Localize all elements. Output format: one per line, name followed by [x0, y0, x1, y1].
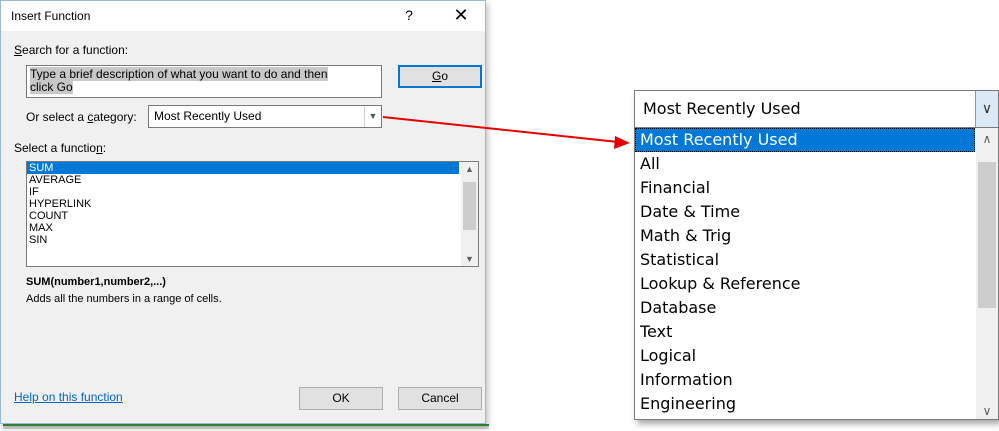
- scrollbar[interactable]: ∧ ∨: [976, 128, 998, 419]
- list-item[interactable]: All: [635, 152, 975, 176]
- category-options-list[interactable]: Most Recently Used All Financial Date & …: [634, 128, 999, 420]
- list-item[interactable]: Math & Trig: [635, 224, 975, 248]
- list-item[interactable]: Date & Time: [635, 200, 975, 224]
- list-item[interactable]: Most Recently Used: [635, 128, 975, 152]
- list-item[interactable]: Text: [635, 320, 975, 344]
- category-dropdown-zoom: Most Recently Used ∨ Most Recently Used …: [634, 90, 999, 420]
- chevron-down-icon[interactable]: ∨: [976, 404, 998, 418]
- list-item[interactable]: Database: [635, 296, 975, 320]
- chevron-down-icon[interactable]: ∨: [975, 91, 998, 127]
- category-combo[interactable]: Most Recently Used ∨: [634, 90, 999, 128]
- list-item[interactable]: Engineering: [635, 392, 975, 416]
- list-item[interactable]: Information: [635, 368, 975, 392]
- list-item[interactable]: Logical: [635, 344, 975, 368]
- list-item[interactable]: Financial: [635, 176, 975, 200]
- chevron-up-icon[interactable]: ∧: [976, 132, 998, 146]
- list-item[interactable]: Lookup & Reference: [635, 272, 975, 296]
- scroll-thumb[interactable]: [978, 162, 996, 308]
- list-item[interactable]: Statistical: [635, 248, 975, 272]
